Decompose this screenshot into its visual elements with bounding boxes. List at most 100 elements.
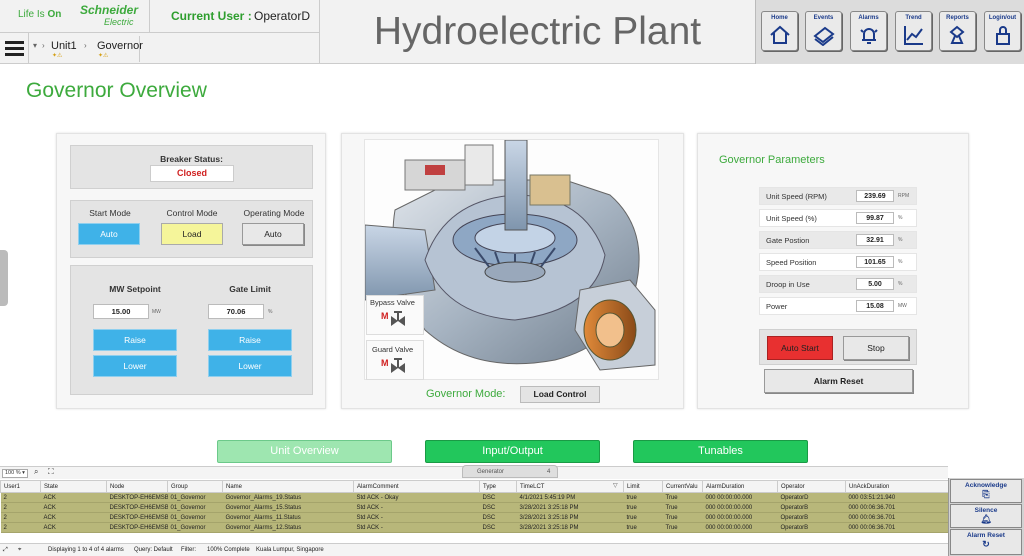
current-user-value: OperatorD	[254, 9, 311, 23]
status-filter: Filter:	[181, 547, 196, 553]
reports-button[interactable]: Reports	[939, 11, 976, 51]
home-button[interactable]: Home	[761, 11, 798, 51]
operating-mode-button[interactable]: Auto	[242, 223, 304, 245]
unit-overview-button[interactable]: Unit Overview	[217, 440, 392, 463]
gate-raise-button[interactable]: Raise	[208, 329, 292, 351]
alarm-cell: 000 00:06:36.701	[845, 502, 949, 513]
col-name[interactable]: Name	[222, 480, 354, 493]
login-button[interactable]: Login/out	[984, 11, 1021, 51]
alarm-reset-side-button[interactable]: Alarm Reset ↻	[950, 529, 1022, 555]
col-node[interactable]: Node	[106, 480, 168, 493]
param-label: Gate Postion	[766, 236, 810, 245]
filter-icon[interactable]: ▽	[613, 482, 618, 489]
alarm-cell: DSC	[479, 512, 517, 523]
alarm-reset-button[interactable]: Alarm Reset	[764, 369, 913, 393]
zoom-select[interactable]: 100 % ▾	[2, 469, 28, 478]
col-current-value[interactable]: CurrentValu	[662, 480, 703, 493]
alarm-cell: 000 00:00:00.000	[702, 512, 778, 523]
alarm-table: User1 State Node Group Name AlarmComment…	[0, 480, 949, 533]
alarm-cell: 000 00:06:36.701	[845, 522, 949, 533]
bypass-valve-box[interactable]: Bypass Valve M	[366, 295, 424, 335]
col-alarm-duration[interactable]: AlarmDuration	[702, 480, 778, 493]
parameters-title: Governor Parameters	[719, 154, 825, 166]
param-unit: MW	[898, 303, 907, 309]
alarm-cell: OperatorD	[777, 492, 846, 503]
alarm-cell: 3/28/2021 3:25:18 PM	[516, 512, 624, 523]
col-type[interactable]: Type	[479, 480, 517, 493]
col-limit[interactable]: Limit	[623, 480, 663, 493]
mw-raise-button[interactable]: Raise	[93, 329, 177, 351]
mw-setpoint-label: MW Setpoint	[109, 284, 161, 294]
alarm-row[interactable]: 2 ACK DESKTOP-EH6EMSB 01_Governor Governor_A…	[0, 512, 949, 523]
control-mode-button[interactable]: Load	[161, 223, 223, 245]
alarm-cell: True	[662, 502, 703, 513]
mw-lower-button[interactable]: Lower	[93, 355, 177, 377]
bypass-valve-label: Bypass Valve	[370, 298, 415, 307]
alarm-row[interactable]: 2 ACK DESKTOP-EH6EMSB 01_Governor Governor_A…	[0, 492, 949, 503]
alarm-cell: True	[662, 512, 703, 523]
pin-icon: ⌖	[18, 547, 22, 553]
alarm-cell: Governor_Alarms_19.Status	[222, 492, 354, 503]
tab-generator[interactable]: Generator 4	[462, 465, 558, 478]
alarm-cell: ACK	[40, 492, 107, 503]
param-value: 101.65	[856, 256, 894, 268]
col-group[interactable]: Group	[167, 480, 223, 493]
col-time[interactable]: TimeLCT	[516, 480, 624, 493]
chevron-down-icon[interactable]: ▾	[33, 41, 37, 50]
breadcrumb-unit1[interactable]: Unit1	[51, 40, 77, 52]
alarm-row[interactable]: 2 ACK DESKTOP-EH6EMSB 01_Governor Governor_A…	[0, 502, 949, 513]
col-operator[interactable]: Operator	[777, 480, 846, 493]
input-output-button[interactable]: Input/Output	[425, 440, 600, 463]
menu-icon[interactable]	[5, 41, 24, 56]
trend-chart-icon	[904, 26, 923, 45]
alarm-cell: True	[662, 492, 703, 503]
alarm-bell-icon	[860, 28, 878, 44]
alarm-cell: Std ACK - Okay	[353, 492, 480, 503]
param-value: 239.69	[856, 190, 894, 202]
alarms-button[interactable]: Alarms	[850, 11, 887, 51]
guard-valve-box[interactable]: Guard Valve M	[366, 340, 424, 380]
breadcrumb-governor[interactable]: Governor	[97, 40, 143, 52]
tunables-button[interactable]: Tunables	[633, 440, 808, 463]
page-title: Governor Overview	[26, 79, 207, 102]
alarm-row[interactable]: 2 ACK DESKTOP-EH6EMSB 01_Governor Governor_A…	[0, 522, 949, 533]
col-user1[interactable]: User1	[0, 480, 41, 493]
gate-lower-button[interactable]: Lower	[208, 355, 292, 377]
param-label: Unit Speed (%)	[766, 214, 817, 223]
status-icon: ✦⚠	[98, 53, 109, 59]
col-alarm-comment[interactable]: AlarmComment	[353, 480, 480, 493]
alarm-cell: OperatorB	[777, 522, 846, 533]
governor-mode-value: Load Control	[520, 386, 600, 403]
alarm-cell: 01_Governor	[167, 512, 223, 523]
param-unit: %	[898, 215, 903, 221]
breadcrumb	[0, 33, 320, 64]
operating-mode-label: Operating Mode	[243, 208, 305, 218]
status-icon: ✦⚠	[52, 53, 63, 59]
side-drawer-handle[interactable]	[0, 250, 8, 306]
status-count: Displaying 1 to 4 of 4 alarms	[48, 547, 124, 553]
param-value: 32.91	[856, 234, 894, 246]
silence-button[interactable]: Silence 🔔︎	[950, 504, 1022, 528]
alarm-cell: Governor_Alarms_12.Status	[222, 522, 354, 533]
alarm-cell: ACK	[40, 502, 107, 513]
col-state[interactable]: State	[40, 480, 107, 493]
start-mode-button[interactable]: Auto	[78, 223, 140, 245]
alarm-cell: 000 00:00:00.000	[702, 492, 778, 503]
col-unack-duration[interactable]: UnAckDuration	[845, 480, 949, 493]
alarm-cell: Governor_Alarms_15.Status	[222, 502, 354, 513]
reports-icon	[949, 25, 965, 44]
home-icon	[770, 25, 790, 44]
alarm-cell: 000 03:51:21.940	[845, 492, 949, 503]
alarm-cell: 2	[0, 492, 41, 503]
acknowledge-button[interactable]: Acknowledge ⎘	[950, 479, 1022, 503]
events-button[interactable]: Events	[805, 11, 842, 51]
alarm-cell: DSC	[479, 502, 517, 513]
trend-button[interactable]: Trend	[895, 11, 932, 51]
stop-button[interactable]: Stop	[843, 336, 909, 360]
auto-start-button[interactable]: Auto Start	[767, 336, 833, 360]
alarm-cell: Std ACK -	[353, 522, 480, 533]
fit-icon[interactable]: ⛶	[48, 467, 54, 477]
events-icon	[813, 26, 835, 46]
zoom-icon[interactable]: ⌕	[34, 467, 38, 477]
alarm-cell: DESKTOP-EH6EMSB	[106, 522, 168, 533]
